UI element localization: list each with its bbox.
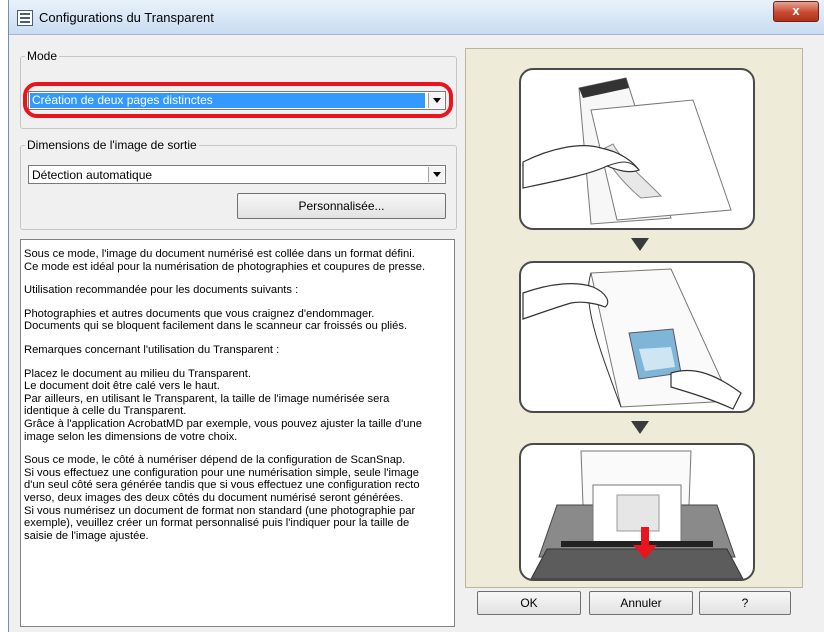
dialog-content: Mode Création de deux pages distinctes D… [9, 35, 824, 632]
step-arrow-icon [631, 421, 649, 434]
output-size-value: Détection automatique [32, 168, 153, 182]
mode-legend: Mode [27, 49, 58, 63]
dialog-window: Configurations du Transparent x Mode Cré… [8, 0, 824, 632]
description-paragraph: Sous ce mode, l'image du document numéri… [24, 248, 426, 273]
cancel-button[interactable]: Annuler [589, 591, 693, 615]
title-bar: Configurations du Transparent x [9, 0, 824, 35]
illustration-area [465, 48, 803, 588]
custom-size-button[interactable]: Personnalisée... [237, 193, 446, 219]
illustration-scanner [519, 443, 755, 581]
ok-button[interactable]: OK [477, 591, 581, 615]
help-button[interactable]: ? [699, 591, 791, 615]
output-size-select[interactable]: Détection automatique [28, 165, 446, 184]
scanner-illustration [530, 450, 744, 579]
window-title: Configurations du Transparent [39, 10, 214, 25]
mode-highlight-ring [23, 82, 453, 118]
app-menu-icon[interactable] [17, 10, 33, 26]
description-paragraph: Photographies et autres documents que vo… [24, 307, 408, 333]
insert-document-illustration [522, 77, 732, 225]
description-text: Sous ce mode, l'image du document numéri… [20, 239, 455, 627]
description-paragraph: Remarques concernant l'utilisation du Tr… [24, 343, 280, 356]
illustration-photo-carrier [519, 261, 755, 413]
chevron-down-icon[interactable] [428, 167, 444, 182]
description-paragraph: Utilisation recommandée pour les documen… [24, 284, 299, 297]
illustration-insert-document [519, 68, 755, 230]
description-paragraph: Placez le document au milieu du Transpar… [24, 367, 422, 443]
photo-carrier-illustration [522, 268, 742, 410]
description-paragraph: Sous ce mode, le côté à numériser dépend… [24, 454, 420, 542]
output-size-legend: Dimensions de l'image de sortie [27, 138, 197, 152]
step-arrow-icon [631, 238, 649, 251]
close-button[interactable]: x [773, 1, 819, 22]
